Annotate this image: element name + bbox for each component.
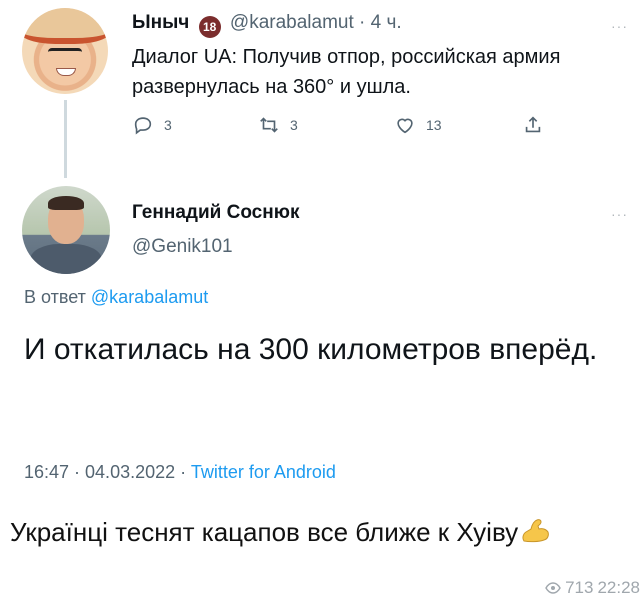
tweet-metadata: 16:47 · 04.03.2022 · Twitter for Android: [24, 462, 336, 483]
hat-graphic: [22, 8, 108, 44]
share-icon: [525, 116, 541, 133]
shirt-graphic: [30, 244, 102, 274]
tweet-timestamp[interactable]: 16:47 · 04.03.2022 ·: [24, 462, 186, 482]
tweet-time[interactable]: 4 ч.: [371, 12, 402, 33]
eye-icon: [545, 582, 561, 594]
view-count: 713: [565, 578, 594, 597]
thread-connector: [64, 100, 67, 178]
flexed-biceps-icon: [520, 516, 550, 556]
hair-graphic: [48, 196, 84, 210]
tweet-header: Ыныч 18 @karabalamut · 4 ч.: [132, 12, 402, 38]
view-counter: 713 22:28: [545, 578, 640, 598]
parent-tweet[interactable]: Ыныч 18 @karabalamut · 4 ч. ··· Диалог U…: [0, 0, 640, 185]
caption-text: Українці теснят кацапов все ближе к Хуів…: [10, 517, 519, 547]
age-badge-icon: 18: [198, 16, 221, 38]
post-caption: Українці теснят кацапов все ближе к Хуів…: [10, 512, 610, 556]
reply-icon: [134, 117, 152, 135]
retweet-count: 3: [290, 117, 298, 133]
retweet-icon: [260, 117, 278, 133]
more-options-icon[interactable]: ···: [611, 206, 628, 222]
reply-prefix: В ответ: [24, 287, 86, 307]
separator: ·: [359, 12, 366, 33]
reply-count: 3: [164, 117, 172, 133]
heart-icon: [397, 118, 413, 134]
share-button[interactable]: [522, 114, 544, 136]
reply-handle-link[interactable]: @karabalamut: [91, 287, 208, 307]
mouth-graphic: [56, 68, 76, 76]
like-button[interactable]: 13: [394, 114, 442, 136]
retweet-button[interactable]: 3: [258, 114, 298, 136]
glasses-graphic: [48, 48, 82, 58]
post-time: 22:28: [597, 578, 640, 597]
avatar[interactable]: [22, 186, 110, 274]
author-handle[interactable]: @Genik101: [132, 236, 233, 258]
avatar[interactable]: [22, 8, 108, 94]
more-options-icon[interactable]: ···: [611, 18, 628, 34]
client-link[interactable]: Twitter for Android: [191, 462, 336, 482]
author-name[interactable]: Ыныч: [132, 12, 189, 33]
reply-context: В ответ @karabalamut: [24, 287, 208, 308]
author-handle[interactable]: @karabalamut: [230, 12, 354, 33]
reply-button[interactable]: 3: [132, 114, 172, 136]
tweet-text: Диалог UA: Получив отпор, российская арм…: [132, 46, 561, 98]
like-count: 13: [426, 117, 442, 133]
tweet-text: И откатилась на 300 километров вперёд.: [24, 333, 598, 366]
author-name[interactable]: Геннадий Соснюк: [132, 202, 299, 224]
